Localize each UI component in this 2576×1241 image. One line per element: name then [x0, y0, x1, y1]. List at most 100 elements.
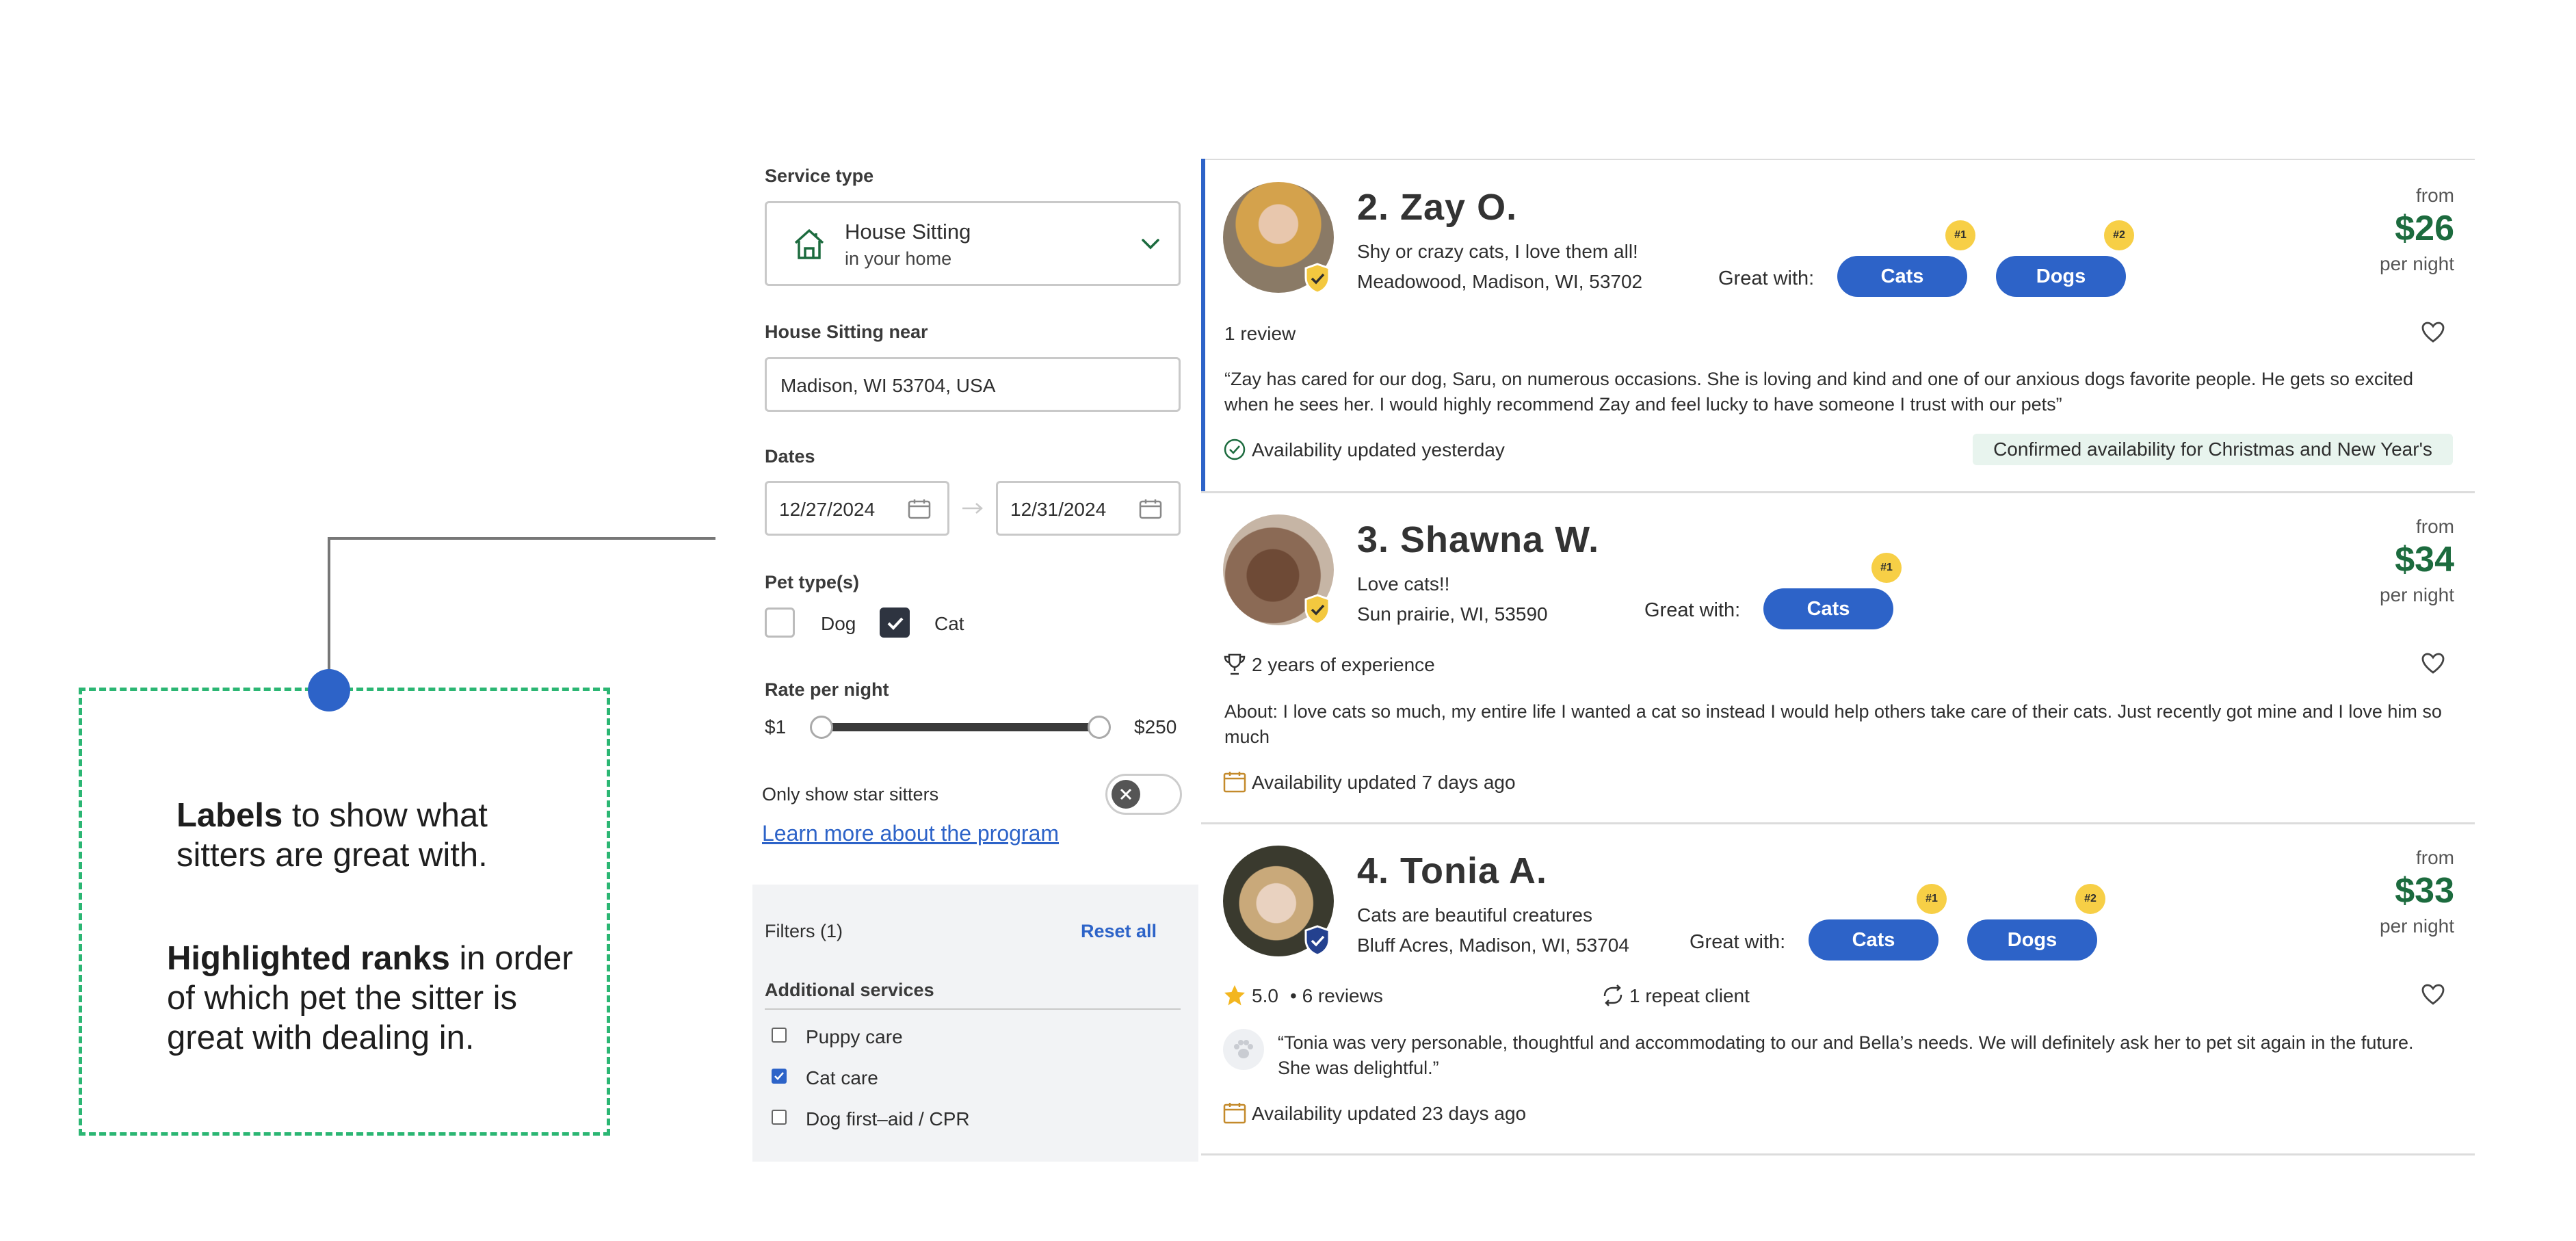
holiday-availability-badge: Confirmed availability for Christmas and… — [1973, 434, 2453, 465]
great-with-cats-pill: Cats — [1837, 256, 1967, 297]
great-with-label: Great with: — [1718, 267, 1815, 289]
annotation-labels-rest-1: to show what — [282, 797, 488, 834]
sitter-tagline: Shy or crazy cats, I love them all! — [1357, 241, 1638, 262]
sitter-tagline: Cats are beautiful creatures — [1357, 904, 1592, 926]
rank-badge: #2 — [2075, 884, 2105, 914]
sitter-location: Meadowood, Madison, WI, 53702 — [1357, 271, 1643, 292]
rate-slider-min-handle[interactable] — [810, 716, 833, 739]
availability-status: Availability updated 7 days ago — [1252, 772, 1516, 793]
additional-services-label: Additional services — [765, 980, 934, 1000]
rate-slider-max-handle[interactable] — [1088, 716, 1111, 739]
cat-care-label: Cat care — [806, 1067, 878, 1088]
location-value: Madison, WI 53704, USA — [780, 375, 996, 396]
calendar-icon — [908, 499, 931, 519]
experience: 2 years of experience — [1252, 654, 1435, 675]
end-date-value: 12/31/2024 — [1010, 499, 1107, 520]
availability-status: Availability updated yesterday — [1252, 439, 1505, 460]
cat-checkbox[interactable] — [880, 608, 910, 638]
puppy-care-label: Puppy care — [806, 1026, 903, 1047]
learn-more-link[interactable]: Learn more about the program — [762, 821, 1059, 846]
star-sitters-label: Only show star sitters — [762, 784, 939, 805]
sitter-name[interactable]: 2. Zay O. — [1357, 186, 1517, 228]
review-count: • 6 reviews — [1290, 985, 1383, 1006]
rank-badge: #2 — [2104, 220, 2134, 250]
service-type-select[interactable]: House Sitting in your home — [765, 201, 1181, 286]
service-type-label: Service type — [765, 166, 874, 186]
dog-first-aid-label: Dog first–aid / CPR — [806, 1108, 970, 1129]
rank-badge: #1 — [1871, 553, 1902, 583]
price-per-night: per night — [2380, 253, 2454, 274]
annotation-labels-text: Labels to show what sitters are great wi… — [176, 796, 488, 875]
price-per-night: per night — [2380, 915, 2454, 937]
sitter-name[interactable]: 3. Shawna W. — [1357, 519, 1599, 561]
house-icon — [794, 229, 824, 259]
end-date-input[interactable]: 12/31/2024 — [996, 481, 1181, 536]
great-with-label: Great with: — [1644, 599, 1741, 621]
rate-max: $250 — [1134, 716, 1177, 737]
annotation-ranks-text: Highlighted ranks in order of which pet … — [167, 939, 573, 1058]
start-date-input[interactable]: 12/27/2024 — [765, 481, 949, 536]
calendar-icon — [1223, 772, 1246, 793]
dates-label: Dates — [765, 446, 815, 467]
connector-line-horizontal — [328, 537, 715, 540]
cat-label: Cat — [934, 613, 964, 634]
availability-status: Availability updated 23 days ago — [1252, 1103, 1527, 1124]
trophy-icon — [1224, 653, 1246, 675]
repeat-clients: 1 repeat client — [1629, 985, 1750, 1006]
annotation-box — [79, 688, 610, 1136]
star-icon — [1224, 985, 1245, 1006]
verified-shield-icon — [1304, 263, 1330, 294]
start-date-value: 12/27/2024 — [779, 499, 876, 520]
verified-shield-icon — [1304, 925, 1330, 956]
annotation-ranks-rest-2: of which pet the sitter is — [167, 980, 518, 1017]
price-from-label: from — [2416, 185, 2454, 206]
house-sitting-near-label: House Sitting near — [765, 322, 928, 342]
review-text: “Zay has cared for our dog, Saru, on num… — [1224, 369, 2414, 415]
star-sitters-toggle[interactable] — [1105, 774, 1182, 815]
annotation-labels-bold: Labels — [176, 797, 283, 834]
divider — [765, 1008, 1181, 1010]
great-with-dogs-pill: Dogs — [1996, 256, 2126, 297]
filters-count: Filters (1) — [765, 921, 843, 941]
review-count: 1 review — [1224, 323, 1296, 344]
dog-checkbox[interactable] — [765, 608, 795, 638]
annotation-ranks-bold: Highlighted ranks — [167, 940, 450, 977]
great-with-cats-pill: Cats — [1763, 588, 1893, 629]
calendar-icon — [1223, 1103, 1246, 1124]
annotation-labels-rest-2: sitters are great with. — [176, 837, 488, 874]
price-from-label: from — [2416, 516, 2454, 537]
sitter-name[interactable]: 4. Tonia A. — [1357, 850, 1547, 892]
rate-slider-track[interactable] — [822, 723, 1100, 731]
calendar-icon — [1139, 499, 1162, 519]
checkmark-icon — [774, 1072, 784, 1080]
heart-icon[interactable] — [2421, 653, 2445, 675]
card-divider — [1201, 822, 2475, 824]
connector-line-vertical — [328, 537, 330, 674]
annotation-ranks-rest-1: in order — [449, 940, 573, 977]
check-circle-icon — [1224, 439, 1246, 460]
reset-all-link[interactable]: Reset all — [1081, 921, 1157, 942]
reviewer-avatar — [1223, 1029, 1264, 1070]
rank-badge: #1 — [1917, 884, 1947, 914]
service-type-value: House Sitting — [845, 220, 971, 244]
cat-care-checkbox[interactable] — [772, 1069, 787, 1084]
paw-icon — [1234, 1040, 1253, 1058]
rating-value: 5.0 — [1252, 985, 1278, 1006]
great-with-dogs-pill: Dogs — [1967, 919, 2097, 961]
heart-icon[interactable] — [2421, 984, 2445, 1006]
results-top-border — [1201, 159, 2475, 160]
puppy-care-checkbox[interactable] — [772, 1028, 787, 1043]
repeat-icon — [1603, 984, 1622, 1006]
heart-icon[interactable] — [2421, 322, 2445, 343]
price-per-night: per night — [2380, 584, 2454, 605]
pet-types-label: Pet type(s) — [765, 572, 860, 592]
dog-first-aid-checkbox[interactable] — [772, 1110, 787, 1125]
selected-card-indicator — [1201, 159, 1205, 491]
dog-label: Dog — [821, 613, 856, 634]
price-value: $33 — [2395, 871, 2454, 911]
rank-badge: #1 — [1945, 220, 1975, 250]
location-input[interactable]: Madison, WI 53704, USA — [765, 357, 1181, 412]
rate-min: $1 — [765, 716, 787, 737]
about-text: About: I love cats so much, my entire li… — [1224, 701, 2442, 747]
great-with-cats-pill: Cats — [1809, 919, 1938, 961]
